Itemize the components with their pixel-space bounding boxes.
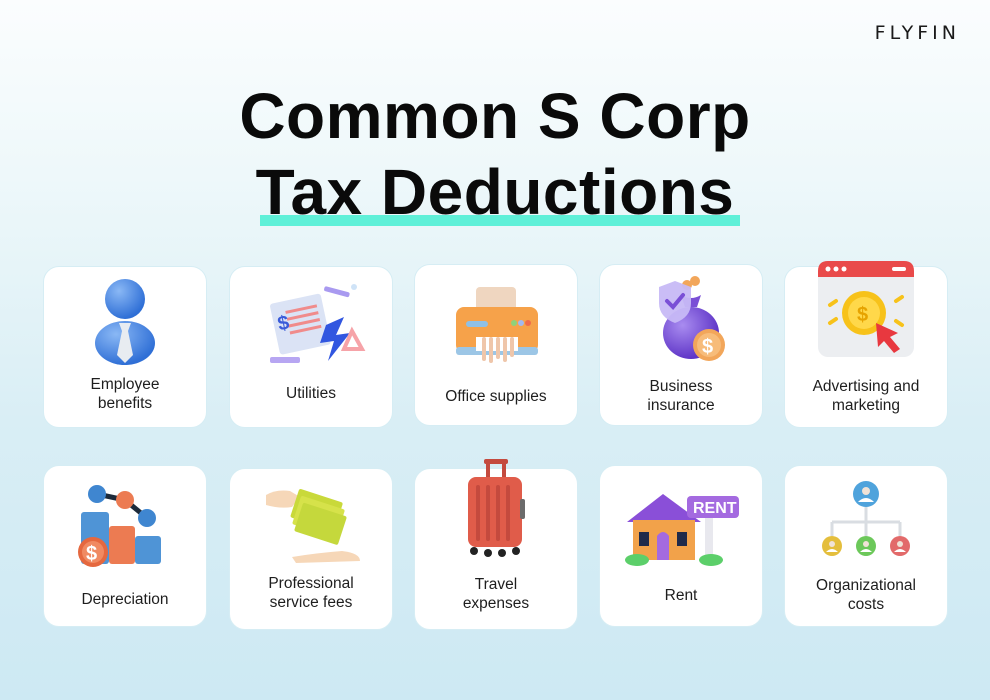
org-chart-icon bbox=[811, 472, 921, 567]
card-professional-service-fees: Professional service fees bbox=[229, 468, 393, 630]
card-label: Utilities bbox=[286, 385, 336, 402]
card-office-supplies: Office supplies bbox=[414, 264, 578, 426]
card-rent: RENT Rent bbox=[599, 465, 763, 627]
svg-text:$: $ bbox=[702, 336, 713, 358]
card-label: Professional service fees bbox=[268, 575, 354, 611]
rent-sign-text: RENT bbox=[693, 500, 737, 517]
hand-paying-icon bbox=[256, 475, 366, 570]
card-utilities: $ Utilities bbox=[229, 266, 393, 428]
card-depreciation: $ Depreciation bbox=[43, 465, 207, 627]
card-travel-expenses: Travel expenses bbox=[414, 458, 578, 630]
page-title: Common S Corp Tax Deductions bbox=[0, 78, 990, 230]
card-label: Business insurance bbox=[647, 378, 715, 414]
card-label: Travel expenses bbox=[462, 576, 530, 612]
card-employee-benefits: Employee benefits bbox=[43, 266, 207, 428]
title-line-1: Common S Corp bbox=[239, 80, 751, 152]
employee-icon bbox=[70, 273, 180, 368]
card-organizational-costs: Organizational costs bbox=[784, 465, 948, 627]
card-label: Employee benefits bbox=[90, 376, 160, 412]
suitcase-icon bbox=[441, 458, 551, 557]
svg-text:$: $ bbox=[86, 543, 97, 565]
title-line-2: Tax Deductions bbox=[256, 154, 741, 230]
browser-coin-click-icon: $ bbox=[811, 260, 921, 357]
card-label: Office supplies bbox=[445, 388, 547, 405]
bar-chart-decline-icon: $ bbox=[70, 472, 180, 567]
flyfin-logo: FLYFIN bbox=[874, 22, 960, 44]
card-label: Organizational costs bbox=[816, 577, 916, 613]
money-bag-shield-icon: $ bbox=[626, 271, 736, 366]
shredder-icon bbox=[441, 271, 551, 366]
card-label: Advertising and marketing bbox=[812, 378, 920, 414]
card-advertising-marketing: $ Advertising and marketing bbox=[784, 260, 948, 428]
house-rent-sign-icon: RENT bbox=[621, 472, 741, 567]
utility-bill-icon: $ bbox=[256, 273, 366, 368]
card-label: Rent bbox=[664, 587, 698, 604]
card-label: Depreciation bbox=[81, 591, 169, 608]
svg-text:$: $ bbox=[857, 304, 868, 326]
card-business-insurance: $ Business insurance bbox=[599, 264, 763, 426]
